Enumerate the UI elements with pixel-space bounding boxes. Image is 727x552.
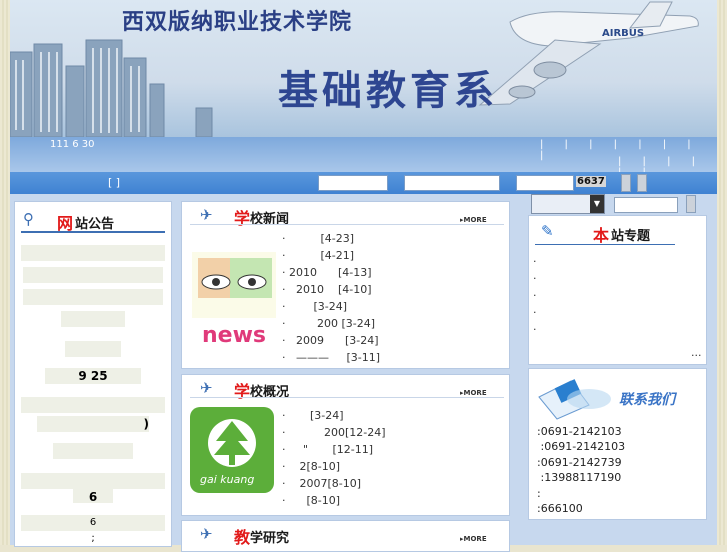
contact-panel: 联系我们 :0691-2142103 :0691-2142103 :0691-2…	[528, 368, 707, 520]
airplane-graphic: AIRBUS	[478, 1, 699, 106]
notice-line[interactable]	[61, 311, 125, 327]
overview-item[interactable]: · [3-24]	[282, 409, 344, 422]
overview-item[interactable]: · 200[12-24]	[282, 426, 386, 439]
overview-item[interactable]: · [8-10]	[282, 494, 340, 507]
right-border	[717, 0, 727, 545]
news-item[interactable]: · ——— [3-11]	[282, 351, 380, 364]
school-news-panel: ✈ 学 校新闻 ▸MORE news · [4-23] · [4-21] · 2…	[181, 201, 510, 369]
news-item[interactable]: · 2009 [3-24]	[282, 334, 379, 347]
left-border	[0, 0, 10, 545]
notice-line[interactable]	[23, 267, 163, 283]
contact-line: :	[537, 487, 541, 500]
svg-text:news: news	[202, 323, 266, 348]
chevron-down-icon[interactable]: ▼	[590, 195, 604, 213]
news-image: news	[192, 250, 276, 348]
search-bar: [ ] 6637	[10, 172, 717, 194]
news-item[interactable]: · [4-23]	[282, 232, 354, 245]
pencil-case-icon: ✎	[541, 222, 554, 240]
notice-title: 站公告	[75, 217, 115, 232]
school-name: 西双版纳职业技术学院	[122, 9, 353, 35]
overview-title-rule	[190, 397, 504, 398]
contact-line: :666100	[537, 502, 583, 515]
teaching-research-panel: ✈ 教 学研究 ▸MORE	[181, 520, 510, 552]
topic-item[interactable]: .	[533, 252, 537, 265]
topics-title-first: 本	[593, 226, 610, 245]
news-item[interactable]: · [4-21]	[282, 249, 354, 262]
notice-line[interactable]: ;	[21, 531, 165, 545]
notice-line[interactable]	[21, 473, 165, 489]
school-overview-panel: ✈ 学 校概况 ▸MORE gai kuang · [3-24] · 200[1…	[181, 374, 510, 516]
magnifier-icon: ⚲	[23, 210, 34, 228]
satellite-icon: ✈	[200, 379, 213, 397]
overview-title-first: 学	[234, 382, 251, 401]
news-title-rule	[190, 224, 504, 225]
notice-line[interactable]: )	[37, 416, 149, 432]
topic-item[interactable]: .	[533, 303, 537, 316]
search-input[interactable]	[516, 175, 574, 191]
notice-line[interactable]	[23, 289, 163, 305]
info-bar: 111 6 30 | | | | | | | | | | | | | |	[10, 137, 717, 178]
date-text: 111 6 30	[50, 139, 95, 150]
quick-search-input[interactable]	[614, 197, 678, 213]
password-input[interactable]	[404, 175, 500, 191]
overview-more-link[interactable]: ▸MORE	[460, 389, 487, 397]
satellite-icon: ✈	[200, 206, 213, 224]
site-links-select[interactable]: ▼	[531, 194, 605, 214]
news-item[interactable]: · [3-24]	[282, 300, 347, 313]
topics-more-link[interactable]: ...	[691, 346, 702, 359]
satellite-icon: ✈	[200, 525, 213, 543]
login-bracket: [ ]	[108, 176, 121, 189]
quick-search-button[interactable]	[686, 195, 696, 213]
search-button[interactable]	[621, 174, 631, 192]
topic-item[interactable]: .	[533, 286, 537, 299]
notice-line[interactable]: 6	[73, 489, 113, 504]
news-item[interactable]: · 2010 [4-13]	[282, 266, 372, 279]
research-title-first: 教	[234, 528, 251, 547]
news-title-first: 学	[234, 209, 251, 228]
overview-image: gai kuang	[190, 407, 274, 493]
topic-item[interactable]: .	[533, 320, 537, 333]
visitor-count: 6637	[576, 176, 606, 187]
notice-line[interactable]	[21, 245, 165, 261]
overview-item[interactable]: · 2[8-10]	[282, 460, 340, 473]
login-button[interactable]	[637, 174, 647, 192]
overview-item[interactable]: · " [12-11]	[282, 443, 373, 456]
contact-title: 联系我们	[619, 392, 675, 408]
news-more-link[interactable]: ▸MORE	[460, 216, 487, 224]
topics-panel: ✎ 本 站专题 . . . . . ...	[528, 215, 707, 365]
research-more-link[interactable]: ▸MORE	[460, 535, 487, 543]
notice-line[interactable]	[53, 443, 133, 459]
phone-icon	[538, 379, 611, 420]
contact-line: :13988117190	[537, 471, 622, 484]
overview-item[interactable]: · 2007[8-10]	[282, 477, 361, 490]
notice-line[interactable]	[21, 397, 165, 413]
svg-text:AIRBUS: AIRBUS	[602, 28, 644, 39]
news-item[interactable]: · 2010 [4-10]	[282, 283, 372, 296]
topics-title: 站专题	[611, 229, 651, 244]
header-banner: AIRBUS 西双版纳职业技术学院 基础教育系	[10, 0, 717, 137]
username-input[interactable]	[318, 175, 388, 191]
notice-line[interactable]	[65, 341, 121, 357]
svg-text:gai kuang: gai kuang	[200, 473, 254, 486]
notice-panel: ⚲ 网 站公告 9 25 ) 6 6 ;	[14, 201, 172, 547]
department-name: 基础教育系	[278, 67, 498, 114]
notice-line[interactable]: 9 25	[45, 368, 141, 384]
topics-title-rule	[535, 244, 675, 245]
notice-title-rule	[21, 231, 165, 233]
contact-line: :0691-2142739	[537, 456, 622, 469]
research-title: 学研究	[250, 531, 290, 546]
notice-line[interactable]: 6	[21, 515, 165, 531]
contact-line: :0691-2142103	[537, 440, 626, 453]
topic-item[interactable]: .	[533, 269, 537, 282]
news-item[interactable]: · 200 [3-24]	[282, 317, 375, 330]
contact-line: :0691-2142103	[537, 425, 622, 438]
